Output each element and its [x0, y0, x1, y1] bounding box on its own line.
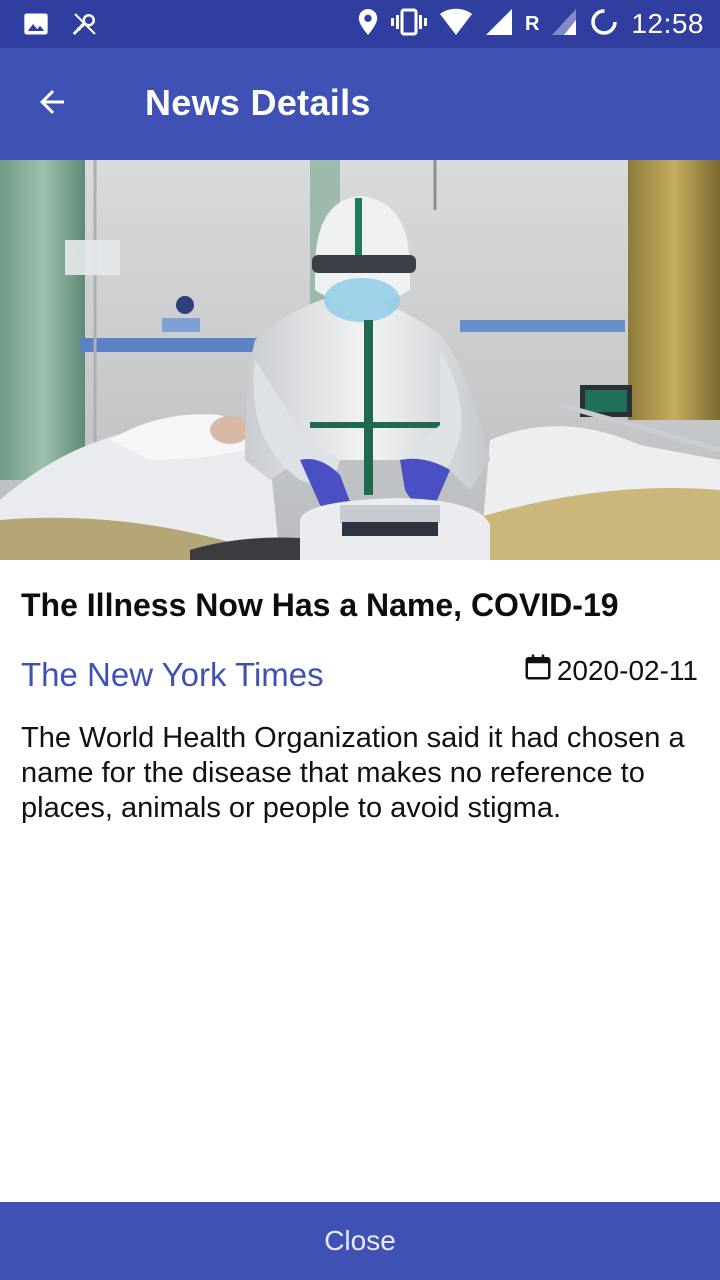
article-description: The World Health Organization said it ha… [21, 722, 685, 824]
calendar-icon [523, 652, 553, 689]
status-bar: R 12:58 [0, 0, 720, 48]
sync-icon [589, 7, 619, 42]
wifi-icon [439, 8, 473, 41]
article-image [0, 160, 720, 560]
app-bar: News Details [0, 48, 720, 160]
article-date: 2020-02-11 [523, 652, 698, 689]
vpn-key-icon [68, 9, 102, 44]
back-button[interactable] [22, 76, 82, 132]
clock: 12:58 [631, 8, 704, 39]
location-icon [357, 8, 379, 41]
hospital-photo [0, 160, 720, 560]
article-source: The New York Times [21, 656, 324, 693]
page-title: News Details [145, 82, 371, 123]
vibrate-icon [390, 8, 427, 41]
network-type-label: R [524, 12, 540, 35]
image-icon [22, 10, 50, 43]
close-button[interactable]: Close [0, 1202, 720, 1280]
signal-icon [485, 8, 513, 41]
roaming-signal-icon [551, 8, 577, 41]
arrow-back-icon [34, 84, 70, 125]
date-label: 2020-02-11 [556, 654, 698, 686]
article-title: The Illness Now Has a Name, COVID-19 [21, 587, 619, 623]
